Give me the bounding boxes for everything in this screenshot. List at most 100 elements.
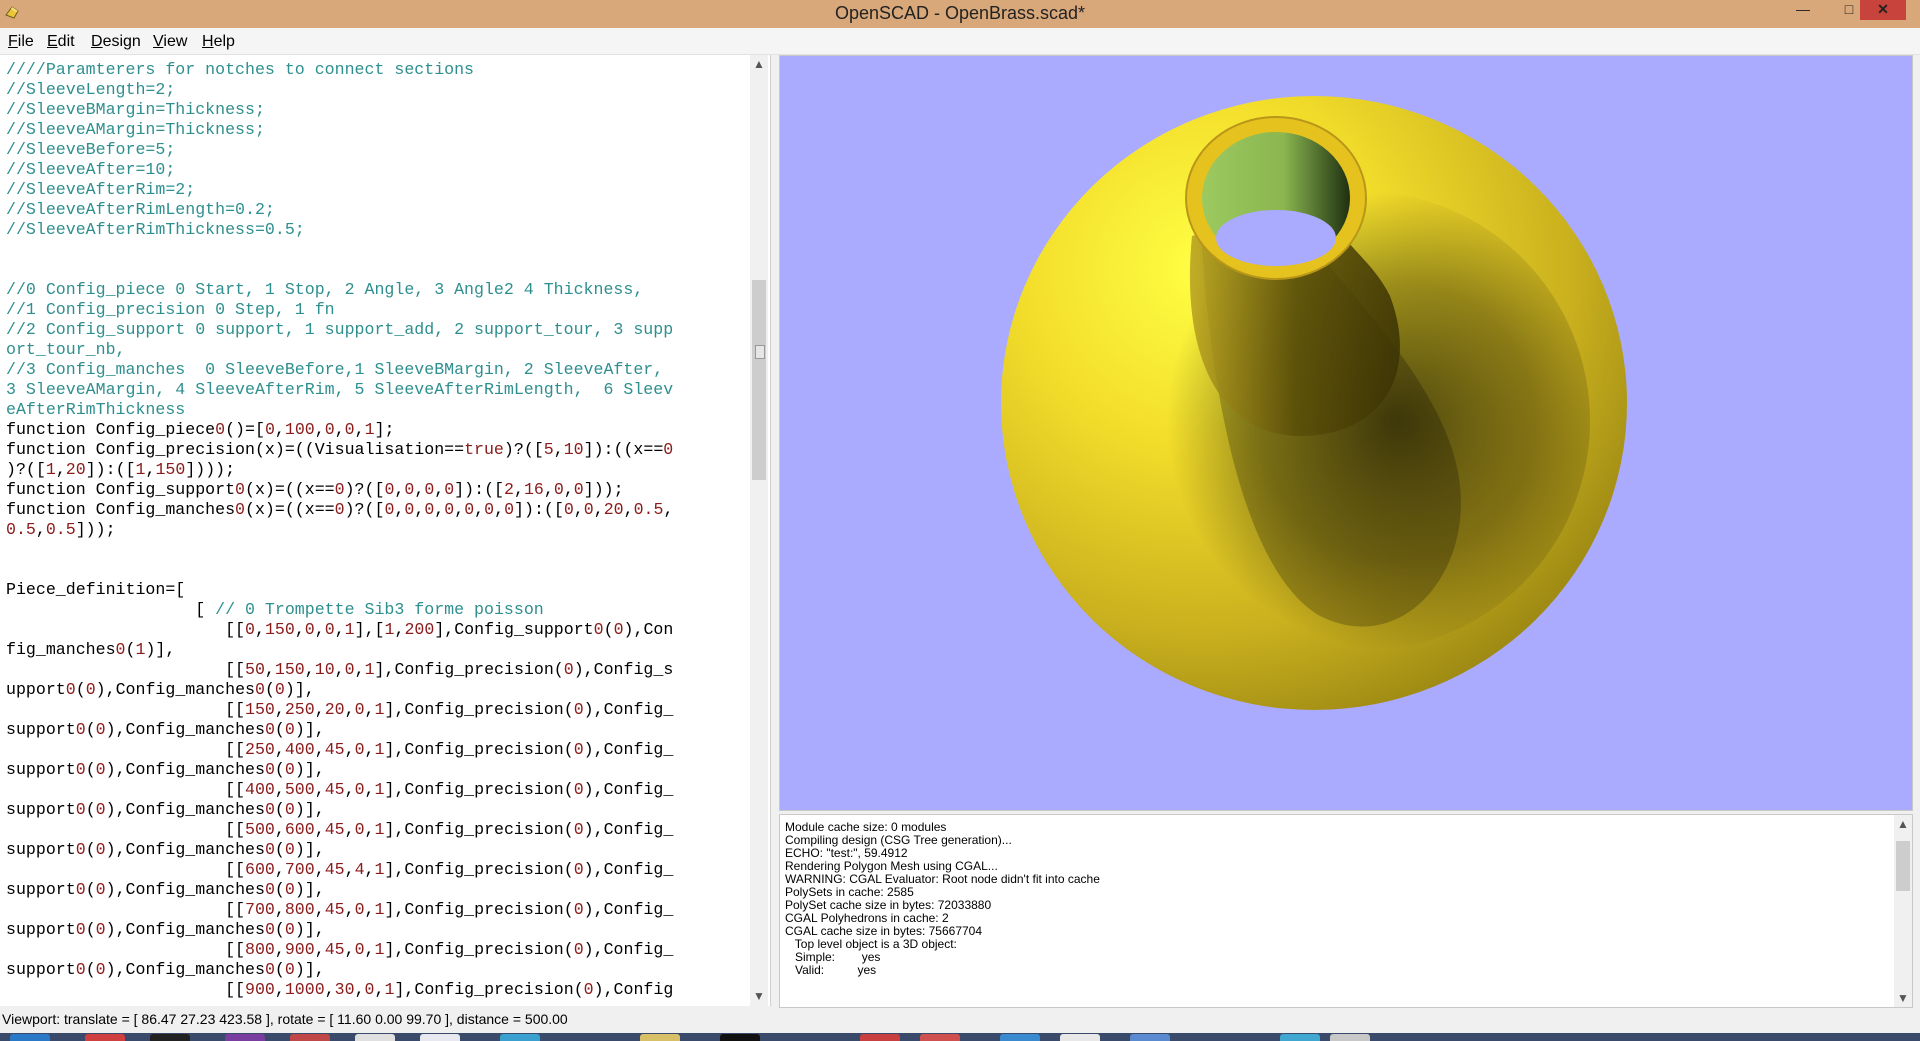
taskbar-icon[interactable] [420,1034,460,1041]
code-line[interactable]: [[400,500,45,0,1],Config_precision(0),Co… [6,780,746,800]
taskbar-icon[interactable] [1000,1034,1040,1041]
taskbar-icon[interactable] [355,1034,395,1041]
see-through-hole [1216,210,1336,266]
title-bar: OpenSCAD - OpenBrass.scad* — □ ✕ [0,0,1920,28]
code-line[interactable]: [[250,400,45,0,1],Config_precision(0),Co… [6,740,746,760]
console-line: PolySet cache size in bytes: 72033880 [785,898,992,912]
scroll-up-icon[interactable]: ▲ [1897,817,1909,831]
code-line[interactable]: //SleeveAfterRimThickness=0.5; [6,220,746,240]
code-editor[interactable]: ////Paramterers for notches to connect s… [0,55,771,1006]
scroll-down-icon[interactable]: ▼ [1897,991,1909,1005]
taskbar-icon[interactable] [150,1034,190,1041]
code-line[interactable]: )?([1,20]):([1,150]))); [6,460,746,480]
taskbar-icon[interactable] [10,1034,50,1041]
taskbar-icon[interactable] [640,1034,680,1041]
menu-view[interactable]: View [153,33,187,51]
console-line: Top level object is a 3D object: [785,937,957,951]
code-line[interactable]: function Config_precision(x)=((Visualisa… [6,440,746,460]
code-line[interactable]: [[500,600,45,0,1],Config_precision(0),Co… [6,820,746,840]
console-scrollbar[interactable]: ▲ ▼ [1894,815,1912,1007]
code-line[interactable]: [[600,700,45,4,1],Config_precision(0),Co… [6,860,746,880]
menu-help[interactable]: Help [202,33,235,51]
code-line[interactable]: support0(0),Config_manches0(0)], [6,760,746,780]
menu-edit[interactable]: Edit [47,33,75,51]
taskbar-icon[interactable] [1330,1034,1370,1041]
menu-bar: File Edit Design View Help [0,28,1920,55]
taskbar-icon[interactable] [1130,1034,1170,1041]
code-line[interactable]: [[900,1000,30,0,1],Config_precision(0),C… [6,980,746,1000]
code-line[interactable]: 3 SleeveAMargin, 4 SleeveAfterRim, 5 Sle… [6,380,746,400]
menu-file[interactable]: File [8,33,34,51]
code-line[interactable]: function Config_manches0(x)=((x==0)?([0,… [6,500,746,520]
code-line[interactable]: [[700,800,45,0,1],Config_precision(0),Co… [6,900,746,920]
code-line[interactable]: ort_tour_nb, [6,340,746,360]
taskbar-icon[interactable] [720,1034,760,1041]
console-line: Valid: yes [785,963,877,977]
scroll-up-icon[interactable]: ▲ [753,57,765,71]
code-line[interactable]: function Config_piece0()=[0,100,0,0,1]; [6,420,746,440]
code-line[interactable] [6,260,746,280]
code-line[interactable] [6,560,746,580]
close-icon[interactable]: ✕ [1860,0,1906,20]
taskbar [0,1033,1920,1041]
scroll-down-icon[interactable]: ▼ [753,989,765,1003]
taskbar-icon[interactable] [225,1034,265,1041]
code-line[interactable] [6,240,746,260]
taskbar-icon[interactable] [860,1034,900,1041]
code-line[interactable] [6,540,746,560]
editor-scrollbar[interactable]: ▲ ▼ [750,55,768,1006]
code-line[interactable]: support0(0),Config_manches0(0)], [6,840,746,860]
code-line[interactable]: //SleeveBefore=5; [6,140,746,160]
code-line[interactable]: //0 Config_piece 0 Start, 1 Stop, 2 Angl… [6,280,746,300]
window-title: OpenSCAD - OpenBrass.scad* [834,3,1086,23]
taskbar-icon[interactable] [85,1034,125,1041]
code-line[interactable]: [[50,150,10,0,1],Config_precision(0),Con… [6,660,746,680]
3d-viewport[interactable] [779,55,1913,811]
code-line[interactable]: support0(0),Config_manches0(0)], [6,720,746,740]
minimize-icon[interactable]: — [1780,0,1826,20]
code-line[interactable]: //1 Config_precision 0 Step, 1 fn [6,300,746,320]
code-line[interactable]: //2 Config_support 0 support, 1 support_… [6,320,746,340]
code-line[interactable]: [[150,250,20,0,1],Config_precision(0),Co… [6,700,746,720]
console-line: WARNING: CGAL Evaluator: Root node didn'… [785,872,1100,886]
code-line[interactable]: 0.5,0.5])); [6,520,746,540]
console-output[interactable]: Module cache size: 0 modules Compiling de… [779,814,1913,1008]
code-line[interactable]: fig_manches0(1)], [6,640,746,660]
taskbar-icon[interactable] [920,1034,960,1041]
scroll-grip-icon [755,345,765,359]
code-line[interactable]: support0(0),Config_manches0(0)], [6,960,746,980]
editor-scroll-thumb[interactable] [752,280,766,480]
code-line[interactable]: support0(0),Config_manches0(0)], [6,800,746,820]
code-line[interactable]: //SleeveAfterRimLength=0.2; [6,200,746,220]
taskbar-icon[interactable] [1060,1034,1100,1041]
code-line[interactable]: //SleeveAfter=10; [6,160,746,180]
code-line[interactable]: //SleeveAfterRim=2; [6,180,746,200]
code-line[interactable]: Piece_definition=[ [6,580,746,600]
code-line[interactable]: [[0,150,0,0,1],[1,200],Config_support0(0… [6,620,746,640]
code-line[interactable]: upport0(0),Config_manches0(0)], [6,680,746,700]
code-line[interactable]: eAfterRimThickness [6,400,746,420]
code-line[interactable]: ////Paramterers for notches to connect s… [6,60,746,80]
console-line: CGAL cache size in bytes: 75667704 [785,924,983,938]
code-line[interactable]: support0(0),Config_manches0(0)], [6,920,746,940]
menu-design[interactable]: Design [91,33,141,51]
rendered-model [1001,96,1627,710]
code-line[interactable]: //SleeveBMargin=Thickness; [6,100,746,120]
editor-text[interactable]: ////Paramterers for notches to connect s… [6,60,746,1000]
code-line[interactable]: function Config_support0(x)=((x==0)?([0,… [6,480,746,500]
code-line[interactable]: [[800,900,45,0,1],Config_precision(0),Co… [6,940,746,960]
taskbar-icon[interactable] [500,1034,540,1041]
taskbar-icon[interactable] [1280,1034,1320,1041]
console-line: ECHO: "test:", 59.4912 [785,846,908,860]
code-line[interactable]: //SleeveAMargin=Thickness; [6,120,746,140]
code-line[interactable]: //3 Config_manches 0 SleeveBefore,1 Slee… [6,360,746,380]
code-line[interactable]: [ // 0 Trompette Sib3 forme poisson [6,600,746,620]
console-line: Module cache size: 0 modules [785,820,947,834]
code-line[interactable]: support0(0),Config_manches0(0)], [6,880,746,900]
status-bar: Viewport: translate = [ 86.47 27.23 423.… [0,1008,1920,1030]
console-line: PolySets in cache: 2585 [785,885,914,899]
code-line[interactable]: //SleeveLength=2; [6,80,746,100]
console-scroll-thumb[interactable] [1896,841,1910,891]
taskbar-icon[interactable] [290,1034,330,1041]
console-line: Rendering Polygon Mesh using CGAL... [785,859,998,873]
